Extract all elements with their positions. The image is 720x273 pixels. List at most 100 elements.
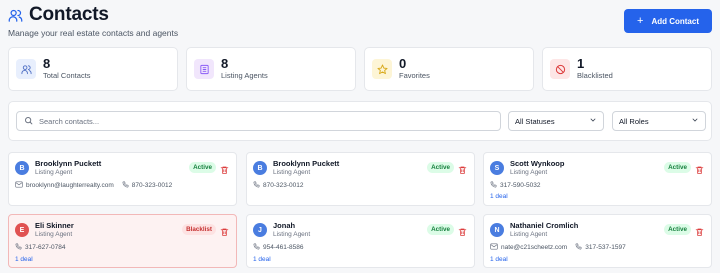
contact-name: Jonah [273, 221, 296, 230]
stat-value: 1 [577, 56, 585, 71]
avatar: J [253, 223, 267, 237]
deal-count-link[interactable]: 1 deal [15, 256, 33, 263]
role-select-value: All Roles [619, 116, 649, 126]
star-icon [372, 59, 392, 79]
ban-icon [550, 59, 570, 79]
contact-card[interactable]: B Brooklynn Puckett Listing Agent Active… [246, 152, 475, 206]
stat-total-contacts: 8 Total Contacts [8, 47, 178, 91]
contact-info: 317-590-5032 [490, 181, 540, 190]
contact-role: Listing Agent [35, 169, 73, 176]
deal-count-link[interactable]: 1 deal [490, 193, 508, 200]
phone-info[interactable]: 317-537-1597 [575, 243, 626, 252]
chevron-down-icon [589, 116, 597, 126]
status-badge: Active [664, 162, 691, 173]
contact-name: Nathaniel Cromlich [510, 221, 579, 230]
add-contact-button[interactable]: + Add Contact [624, 9, 712, 33]
contact-name: Eli Skinner [35, 221, 74, 230]
search-input[interactable] [39, 116, 479, 126]
contact-role: Listing Agent [510, 231, 548, 238]
contact-phone: 317-537-1597 [585, 244, 626, 251]
stat-label: Total Contacts [43, 71, 91, 80]
trash-icon[interactable] [458, 162, 467, 174]
trash-icon[interactable] [458, 224, 467, 236]
avatar: E [15, 223, 29, 237]
contact-card[interactable]: J Jonah Listing Agent Active 954-461-858… [246, 214, 475, 268]
stat-value: 0 [399, 56, 407, 71]
search-icon [24, 112, 33, 130]
page-title: Contacts [29, 4, 109, 25]
email-info[interactable]: brooklynn@laughterrealty.com [15, 181, 114, 190]
contact-phone: 317-590-5032 [500, 182, 541, 189]
phone-icon [253, 243, 260, 252]
stat-label: Favorites [399, 71, 430, 80]
mail-icon [15, 181, 23, 190]
page-header: Contacts Manage your real estate contact… [8, 4, 712, 40]
page-subtitle: Manage your real estate contacts and age… [8, 28, 179, 38]
contact-phone: 870-323-0012 [131, 182, 173, 189]
contact-email: brooklynn@laughterrealty.com [26, 182, 114, 189]
stat-blacklisted: 1 Blacklisted [542, 47, 712, 91]
title-row: Contacts [8, 4, 712, 26]
phone-icon [15, 243, 22, 252]
stats-row: 8 Total Contacts 8 Listing Agents 0 Favo… [8, 47, 712, 91]
stat-label: Listing Agents [221, 71, 268, 80]
contact-card[interactable]: S Scott Wynkoop Listing Agent Active 317… [483, 152, 712, 206]
contact-email: nate@c21scheetz.com [501, 244, 568, 251]
contact-card[interactable]: E Eli Skinner Listing Agent Blacklist 31… [8, 214, 237, 268]
users-icon [8, 8, 23, 23]
deal-count-link[interactable]: 1 deal [490, 256, 508, 263]
contact-name: Scott Wynkoop [510, 159, 565, 168]
status-select[interactable]: All Statuses [508, 111, 604, 131]
plus-icon: + [637, 14, 644, 27]
stat-value: 8 [43, 56, 51, 71]
search-box[interactable] [16, 111, 501, 131]
email-info[interactable]: nate@c21scheetz.com [490, 243, 567, 252]
stat-value: 8 [221, 56, 229, 71]
status-badge: Active [189, 162, 216, 173]
phone-icon [122, 181, 129, 190]
status-badge: Active [664, 224, 691, 235]
phone-icon [253, 181, 260, 190]
trash-icon[interactable] [695, 224, 704, 236]
contact-role: Listing Agent [273, 169, 311, 176]
contact-phone: 954-461-8586 [263, 244, 304, 251]
contact-role: Listing Agent [510, 169, 548, 176]
phone-info[interactable]: 870-323-0012 [122, 181, 172, 190]
contact-info: 870-323-0012 [253, 181, 303, 190]
phone-icon [490, 181, 497, 190]
avatar: S [490, 161, 504, 175]
contact-info: 954-461-8586 [253, 243, 303, 252]
deal-count-link[interactable]: 1 deal [253, 256, 271, 263]
avatar: B [15, 161, 29, 175]
contact-card[interactable]: N Nathaniel Cromlich Listing Agent Activ… [483, 214, 712, 268]
phone-info[interactable]: 317-627-0784 [15, 243, 65, 252]
contact-phone: 317-627-0784 [25, 244, 66, 251]
contact-name: Brooklynn Puckett [273, 159, 340, 168]
trash-icon[interactable] [695, 162, 704, 174]
status-badge: Active [427, 224, 454, 235]
contact-info: 317-627-0784 [15, 243, 65, 252]
phone-info[interactable]: 870-323-0012 [253, 181, 303, 190]
contact-card[interactable]: B Brooklynn Puckett Listing Agent Active… [8, 152, 237, 206]
trash-icon[interactable] [220, 162, 229, 174]
avatar: N [490, 223, 504, 237]
status-badge: Active [427, 162, 454, 173]
add-contact-label: Add Contact [651, 16, 699, 26]
contact-phone: 870-323-0012 [263, 182, 304, 189]
filter-bar: All Statuses All Roles [8, 101, 712, 141]
stat-label: Blacklisted [577, 71, 613, 80]
status-select-value: All Statuses [515, 116, 555, 126]
stat-favorites: 0 Favorites [364, 47, 534, 91]
trash-icon[interactable] [220, 224, 229, 236]
stat-listing-agents: 8 Listing Agents [186, 47, 356, 91]
building-icon [194, 59, 214, 79]
phone-info[interactable]: 317-590-5032 [490, 181, 540, 190]
role-select[interactable]: All Roles [612, 111, 706, 131]
users-icon [16, 59, 36, 79]
phone-info[interactable]: 954-461-8586 [253, 243, 303, 252]
avatar: B [253, 161, 267, 175]
contact-info: nate@c21scheetz.com 317-537-1597 [490, 243, 626, 252]
contact-role: Listing Agent [35, 231, 73, 238]
chevron-down-icon [691, 116, 699, 126]
status-badge: Blacklist [182, 224, 216, 235]
